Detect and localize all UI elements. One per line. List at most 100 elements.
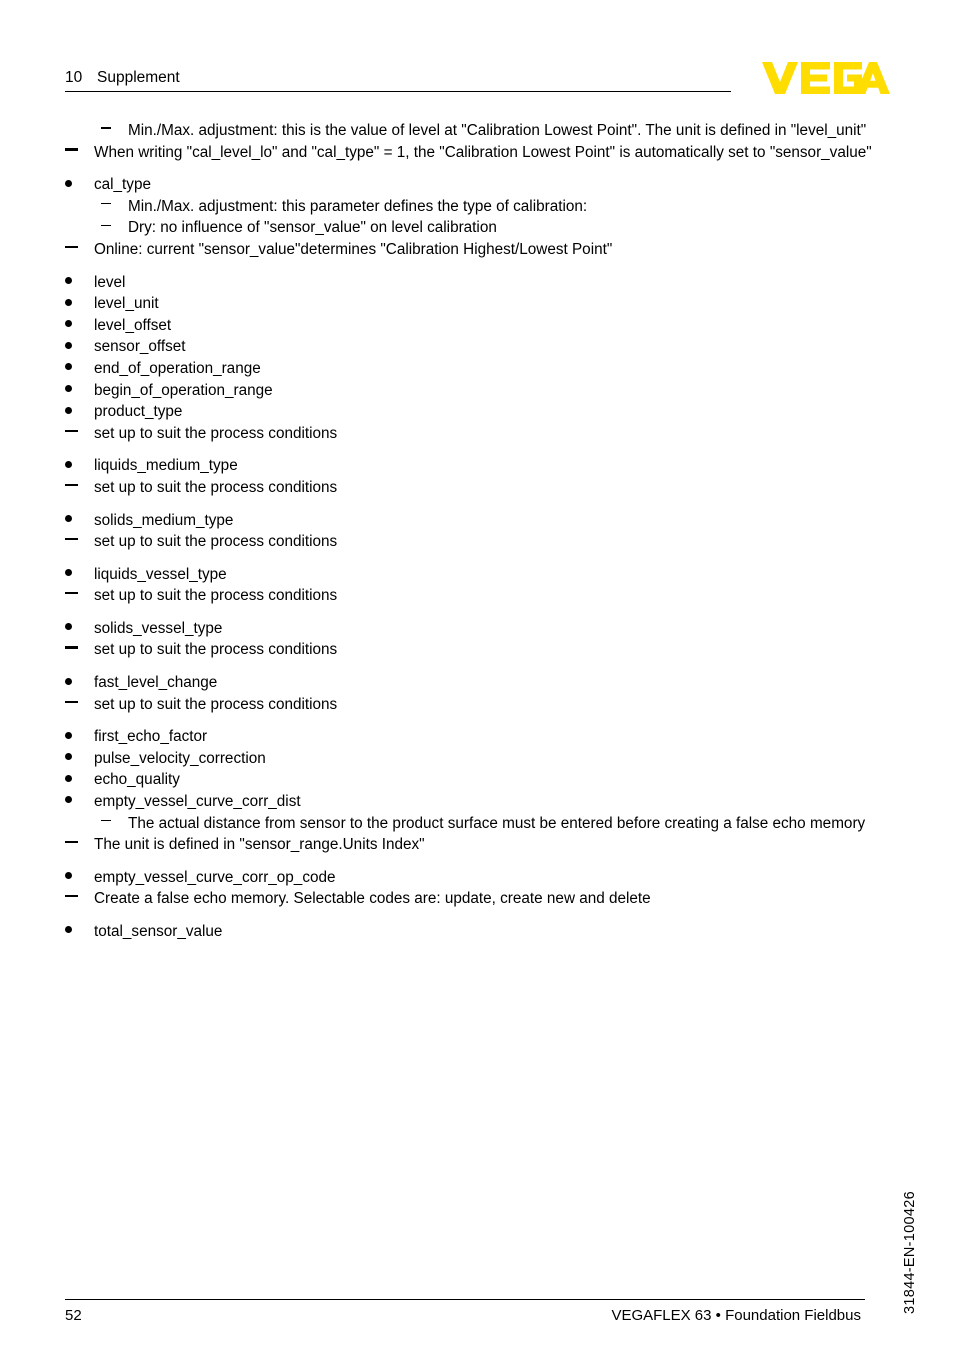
list-item-label: first_echo_factor [94,728,208,746]
dash-marker-icon [101,224,111,227]
bullet-marker-icon [65,569,72,577]
list-item-label: sensor_offset [94,338,186,356]
list-item: set up to suit the process conditions [65,477,875,499]
dash-marker-icon [65,841,78,844]
list-item-label: Min./Max. adjustment: this is the value … [128,122,867,139]
list-item: The actual distance from sensor to the p… [65,813,875,835]
list-item: set up to suit the process conditions [65,639,875,661]
list-item-label: empty_vessel_curve_corr_dist [94,793,301,811]
header-divider [65,91,731,92]
list-item-marker [65,585,94,607]
list-item: Dry: no influence of "sensor_value" on l… [65,217,875,239]
list-item-marker [101,217,128,239]
list-item: level [65,272,875,294]
list-item: set up to suit the process conditions [65,423,875,445]
list-item-marker [65,315,94,337]
list-item-label: level_offset [94,316,172,334]
list-item-label: empty_vessel_curve_corr_op_code [94,868,336,886]
page-footer: 52 VEGAFLEX 63 • Foundation Fieldbus [65,1299,865,1326]
list-item: set up to suit the process conditions [65,531,875,553]
chapter-title: Supplement [97,69,180,86]
bullet-marker-icon [65,179,72,187]
chapter-heading: 10 Supplement [65,68,731,91]
list-item-label: solids_medium_type [94,511,234,529]
list-item: total_sensor_value [65,921,875,943]
list-item: end_of_operation_range [65,358,875,380]
list-item-label: The unit is defined in "sensor_range.Uni… [94,836,425,854]
list-item-label: solids_vessel_type [94,619,223,637]
list-item-label: set up to suit the process conditions [94,695,338,713]
bullet-marker-icon [65,753,72,761]
list-item: The unit is defined in "sensor_range.Uni… [65,834,875,856]
bullet-marker-icon [65,277,72,285]
bullet-marker-icon [65,774,72,782]
dash-marker-icon [65,592,78,595]
list-item-label: set up to suit the process conditions [94,478,338,496]
list-item: Create a false echo memory. Selectable c… [65,888,875,910]
list-item-label: level_unit [94,295,159,313]
list-item-marker [65,726,94,748]
list-item: Online: current "sensor_value"determines… [65,239,875,261]
list-item: echo_quality [65,769,875,791]
list-item-label: Create a false echo memory. Selectable c… [94,890,651,908]
list-item-label: pulse_velocity_correction [94,749,266,767]
dash-marker-icon [65,895,78,898]
dash-marker-icon [65,148,78,151]
list-item: empty_vessel_curve_corr_op_code [65,867,875,889]
list-item-marker [65,639,94,661]
bullet-marker-icon [65,514,72,522]
list-item-label: Min./Max. adjustment: this parameter def… [128,197,588,215]
bullet-marker-icon [65,406,72,414]
list-item-marker [65,477,94,499]
list-item-marker [65,239,94,261]
bullet-marker-icon [65,384,72,392]
list-item-marker [65,293,94,315]
list-item-label: level [94,273,126,291]
list-item-marker [65,769,94,791]
bullet-marker-icon [65,460,72,468]
bullet-marker-icon [65,363,72,371]
list-item-marker [65,694,94,716]
bullet-marker-icon [65,926,72,934]
list-item: liquids_vessel_type [65,564,875,586]
list-item-marker [65,380,94,402]
dash-marker-icon [101,202,111,205]
list-item-marker [65,272,94,294]
page-header: 10 Supplement [65,68,731,92]
list-item-marker [65,791,94,813]
list-item-marker [101,196,128,218]
list-item-label: set up to suit the process conditions [94,424,338,442]
list-item-marker [65,564,94,586]
list-item-label: product_type [94,403,183,421]
list-item: Min./Max. adjustment: this parameter def… [65,196,875,218]
list-item: solids_vessel_type [65,618,875,640]
bullet-marker-icon [65,320,72,328]
list-item-marker [65,401,94,423]
list-item-label: cal_type [94,176,151,194]
list-item-label: echo_quality [94,771,180,789]
dash-marker-icon [65,429,78,432]
list-item: first_echo_factor [65,726,875,748]
list-item-marker [65,672,94,694]
list-item-label: set up to suit the process conditions [94,587,338,605]
list-item-label: set up to suit the process conditions [94,641,338,659]
bullet-marker-icon [65,872,72,880]
list-item-marker [65,510,94,532]
list-item: sensor_offset [65,336,875,358]
list-item: level_offset [65,315,875,337]
bullet-marker-icon [65,796,72,804]
list-item-marker [65,423,94,445]
footer-divider [65,1299,865,1300]
list-item: cal_type [65,174,875,196]
list-item-marker [65,921,94,943]
list-item-marker [65,748,94,770]
list-item: Min./Max. adjustment: this is the value … [65,120,875,142]
chapter-number: 10 [65,69,83,86]
list-item: fast_level_change [65,672,875,694]
